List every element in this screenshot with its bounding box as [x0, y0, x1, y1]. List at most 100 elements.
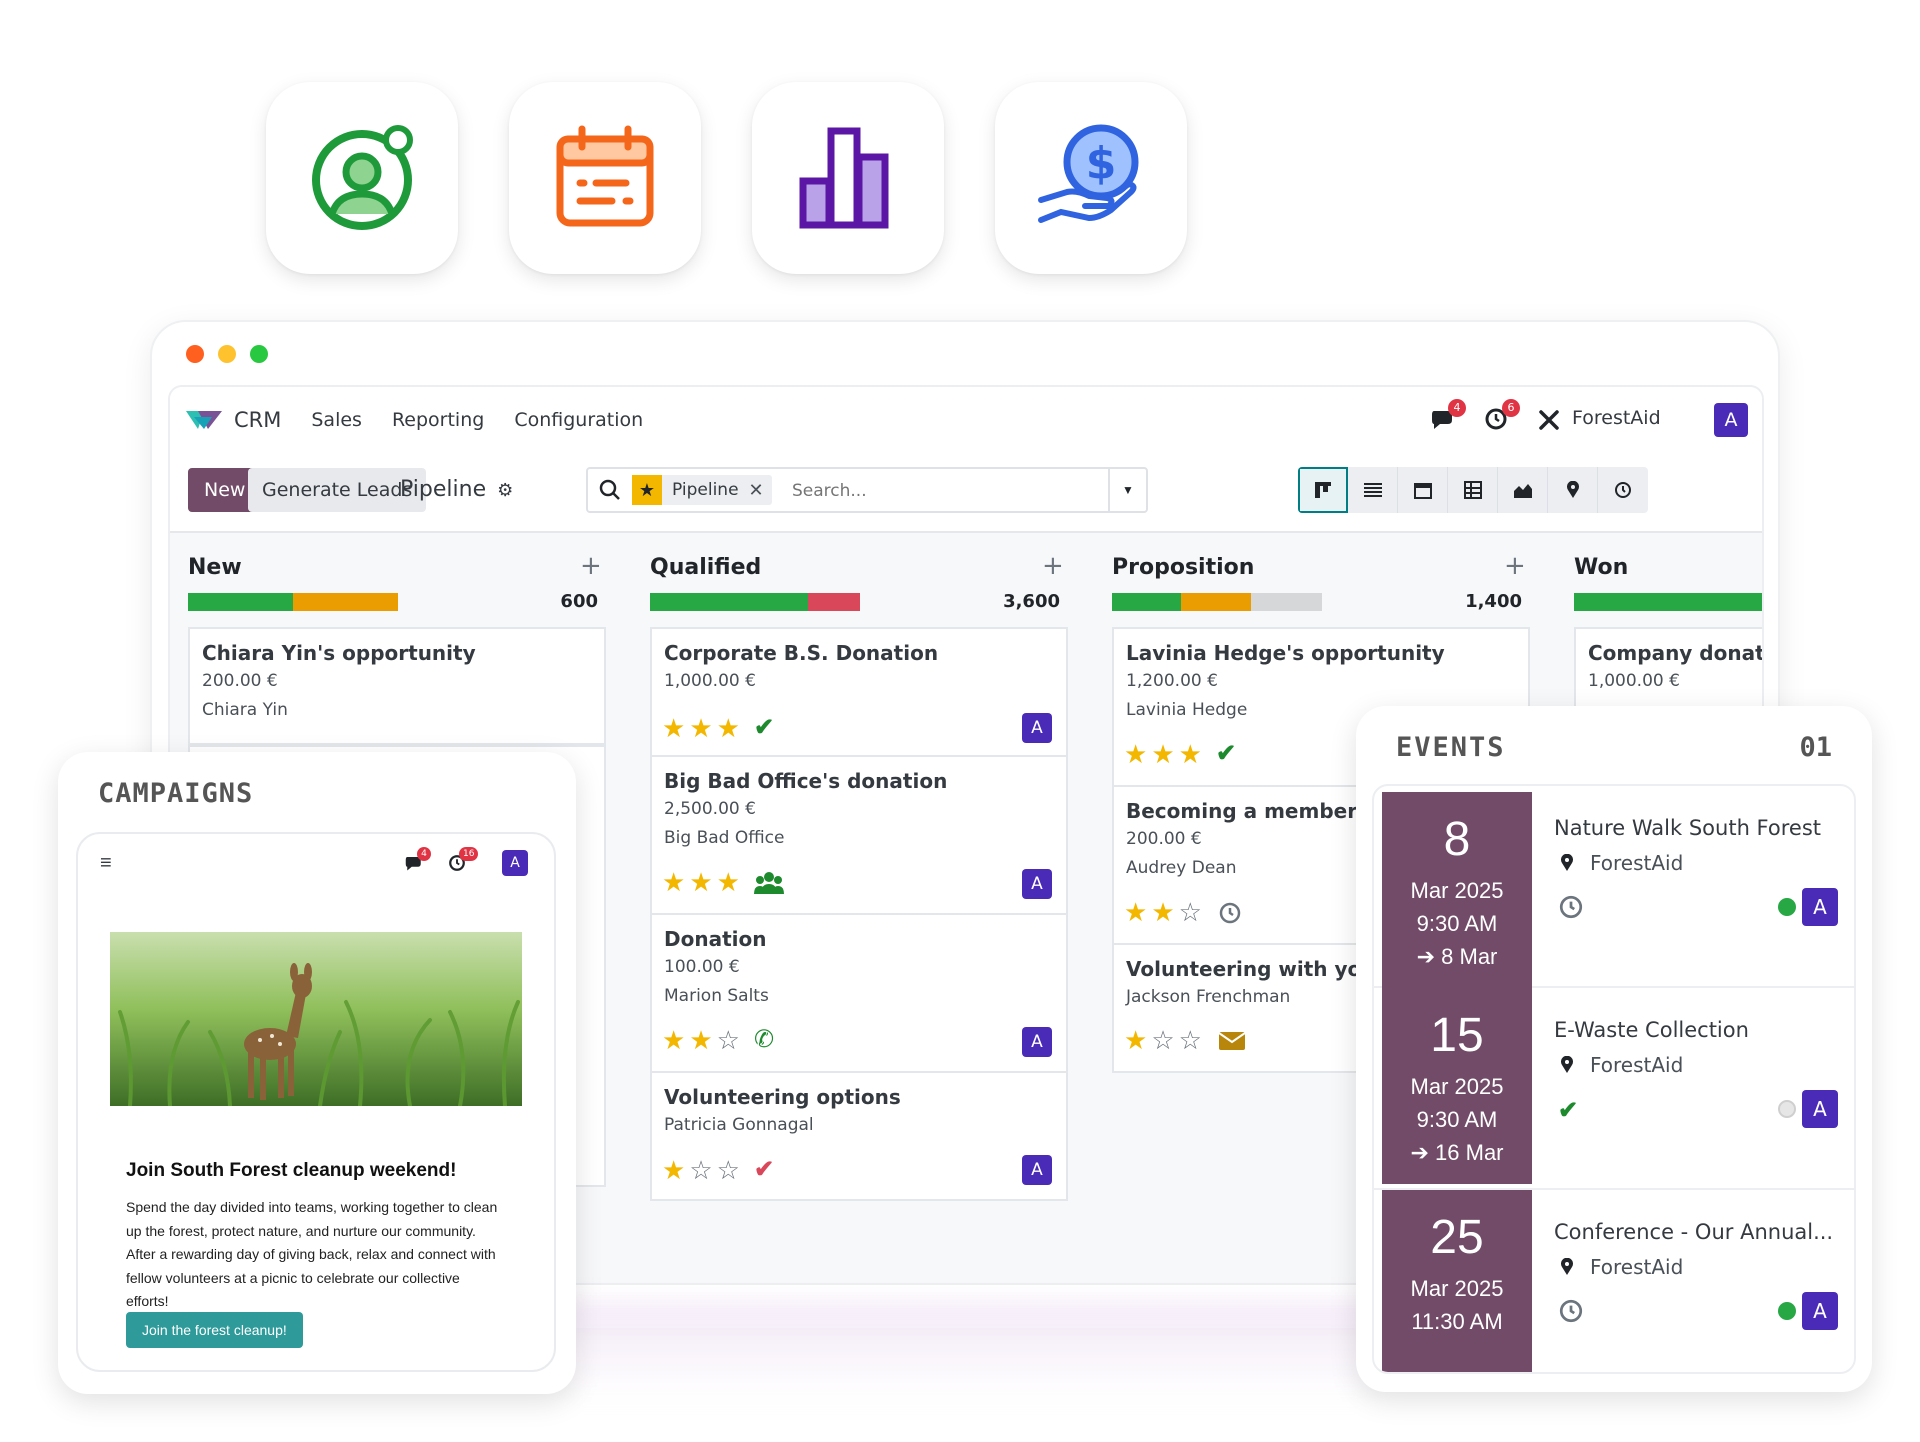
company-switcher[interactable]: ForestAid — [1572, 407, 1661, 429]
star-icon[interactable]: ★ — [689, 1025, 712, 1056]
star-empty-icon[interactable]: ☆ — [1179, 1025, 1202, 1056]
card-avatar[interactable]: A — [1022, 869, 1052, 899]
campaign-cta-button[interactable]: Join the forest cleanup! — [126, 1312, 303, 1348]
column-progress-proposition[interactable] — [1112, 593, 1322, 611]
search-dropdown-toggle[interactable]: ▼ — [1108, 469, 1146, 511]
activities-button[interactable]: 6 — [1484, 399, 1520, 436]
priority-stars[interactable]: ★ ★ ☆ ✆ — [662, 1025, 774, 1056]
priority-stars[interactable]: ★ ★ ★ ✔ — [1124, 739, 1236, 770]
pivot-view-button[interactable] — [1448, 467, 1498, 513]
status-dot[interactable] — [1778, 1302, 1796, 1320]
star-icon[interactable]: ★ — [1124, 897, 1147, 928]
list-view-button[interactable] — [1348, 467, 1398, 513]
menu-sales[interactable]: Sales — [311, 409, 362, 431]
meeting-icon[interactable] — [753, 870, 784, 896]
priority-stars[interactable]: ★ ★ ★ ✔ — [662, 713, 774, 744]
star-icon[interactable]: ★ — [717, 713, 740, 744]
column-add-button[interactable]: + — [580, 551, 602, 581]
menu-configuration[interactable]: Configuration — [514, 409, 643, 431]
column-progress-new[interactable] — [188, 593, 398, 611]
priority-stars[interactable]: ★ ★ ★ — [662, 867, 784, 898]
kanban-card[interactable]: Corporate B.S. Donation 1,000.00 € ★ ★ ★ ✔… — [650, 627, 1068, 757]
column-add-button[interactable]: + — [1504, 551, 1526, 581]
donation-app-tile[interactable]: $ — [995, 82, 1187, 274]
envelope-icon[interactable] — [1218, 1031, 1246, 1051]
progress-green[interactable] — [188, 593, 293, 611]
messages-button[interactable]: 4 — [404, 847, 431, 877]
tools-icon[interactable] — [1538, 409, 1560, 431]
star-icon[interactable]: ★ — [689, 867, 712, 898]
priority-stars[interactable]: ★ ★ ☆ — [1124, 897, 1242, 928]
gear-icon[interactable]: ⚙ — [497, 480, 513, 501]
column-progress-won[interactable] — [1574, 593, 1762, 611]
kanban-card[interactable]: Big Bad Office's donation 2,500.00 € Big… — [650, 755, 1068, 915]
progress-red[interactable] — [807, 593, 860, 611]
app-name[interactable]: CRM — [234, 408, 281, 432]
star-icon[interactable]: ★ — [1151, 739, 1174, 770]
window-maximize-dot[interactable] — [250, 345, 268, 363]
facet-remove-icon[interactable]: ✕ — [749, 480, 772, 501]
search-facet[interactable]: ★ Pipeline ✕ — [632, 475, 772, 505]
event-item[interactable]: 25 Mar 2025 11:30 AM Conference - Our An… — [1374, 1190, 1854, 1372]
hamburger-menu-icon[interactable]: ≡ — [100, 852, 112, 875]
star-icon[interactable]: ★ — [662, 1025, 685, 1056]
kanban-view-button[interactable] — [1298, 467, 1348, 513]
status-dot[interactable] — [1778, 1100, 1796, 1118]
user-avatar[interactable]: A — [502, 850, 528, 876]
event-user-avatar[interactable]: A — [1802, 888, 1838, 926]
card-avatar[interactable]: A — [1022, 1027, 1052, 1057]
calendar-view-button[interactable] — [1398, 467, 1448, 513]
star-icon[interactable]: ★ — [689, 713, 712, 744]
star-empty-icon[interactable]: ☆ — [717, 1155, 740, 1186]
card-avatar[interactable]: A — [1022, 713, 1052, 743]
activity-view-button[interactable] — [1598, 467, 1648, 513]
star-empty-icon[interactable]: ☆ — [689, 1155, 712, 1186]
reporting-app-tile[interactable] — [752, 82, 944, 274]
clock-icon[interactable] — [1558, 1298, 1584, 1324]
progress-orange[interactable] — [1181, 593, 1251, 611]
user-avatar[interactable]: A — [1714, 403, 1748, 437]
priority-stars[interactable]: ★ ☆ ☆ — [1124, 1025, 1246, 1056]
search-input[interactable] — [792, 477, 1012, 505]
star-icon[interactable]: ★ — [662, 1155, 685, 1186]
clock-icon[interactable] — [1218, 901, 1242, 925]
calendar-app-tile[interactable] — [509, 82, 701, 274]
progress-orange[interactable] — [293, 593, 398, 611]
star-icon[interactable]: ★ — [717, 867, 740, 898]
star-icon[interactable]: ★ — [1179, 739, 1202, 770]
check-icon[interactable]: ✔ — [1216, 739, 1236, 770]
kanban-card[interactable]: Volunteering options Patricia Gonnagal ★… — [650, 1071, 1068, 1201]
status-dot[interactable] — [1778, 898, 1796, 916]
window-close-dot[interactable] — [186, 345, 204, 363]
kanban-card[interactable]: Chiara Yin's opportunity 200.00 € Chiara… — [188, 627, 606, 745]
contacts-app-tile[interactable] — [266, 82, 458, 274]
star-icon[interactable]: ★ — [1124, 739, 1147, 770]
window-minimize-dot[interactable] — [218, 345, 236, 363]
progress-green[interactable] — [1574, 593, 1762, 611]
graph-view-button[interactable] — [1498, 467, 1548, 513]
menu-reporting[interactable]: Reporting — [392, 409, 484, 431]
column-progress-qualified[interactable] — [650, 593, 860, 611]
activities-button[interactable]: 16 — [448, 847, 479, 877]
progress-green[interactable] — [1112, 593, 1182, 611]
card-avatar[interactable]: A — [1022, 1155, 1052, 1185]
star-icon[interactable]: ★ — [662, 713, 685, 744]
check-icon[interactable]: ✔ — [1558, 1096, 1578, 1125]
phone-icon[interactable]: ✆ — [754, 1025, 774, 1056]
event-item[interactable]: 8 Mar 2025 9:30 AM ➔ 8 Mar Nature Walk S… — [1374, 786, 1854, 988]
kanban-card[interactable]: Donation 100.00 € Marion Salts ★ ★ ☆ ✆ A — [650, 913, 1068, 1073]
star-empty-icon[interactable]: ☆ — [1151, 1025, 1174, 1056]
event-user-avatar[interactable]: A — [1802, 1090, 1838, 1128]
check-icon[interactable]: ✔ — [754, 1155, 774, 1186]
star-icon[interactable]: ★ — [662, 867, 685, 898]
priority-stars[interactable]: ★ ☆ ☆ ✔ — [662, 1155, 774, 1186]
progress-green[interactable] — [650, 593, 808, 611]
event-user-avatar[interactable]: A — [1802, 1292, 1838, 1330]
progress-grey[interactable] — [1250, 593, 1322, 611]
clock-icon[interactable] — [1558, 894, 1584, 920]
messages-button[interactable]: 4 — [1430, 399, 1466, 436]
check-icon[interactable]: ✔ — [754, 713, 774, 744]
event-item[interactable]: 15 Mar 2025 9:30 AM ➔ 16 Mar E-Waste Col… — [1374, 988, 1854, 1190]
map-view-button[interactable] — [1548, 467, 1598, 513]
star-icon[interactable]: ★ — [1124, 1025, 1147, 1056]
